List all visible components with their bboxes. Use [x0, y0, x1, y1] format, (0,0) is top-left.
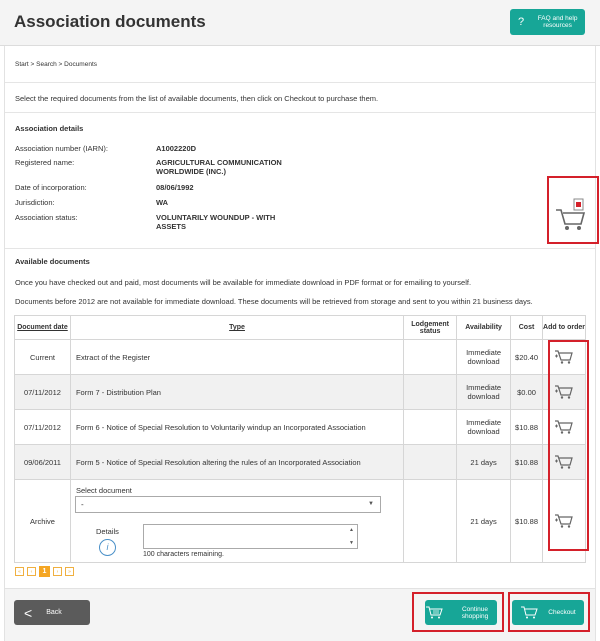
cell-type: Form 7 - Distribution Plan — [69, 374, 405, 410]
col-cost: Cost — [510, 315, 544, 340]
cell-date: 09/06/2011 — [14, 444, 71, 480]
details-textarea[interactable]: ▲ ▼ — [143, 524, 358, 549]
availability-note: Once you have checked out and paid, most… — [15, 278, 472, 287]
col-document-date[interactable]: Document date — [14, 315, 71, 340]
chevron-down-icon: ▼ — [368, 501, 374, 507]
registered-name-value: AGRICULTURAL COMMUNICATION WORLDWIDE (IN… — [156, 158, 282, 176]
highlight-box — [412, 592, 504, 632]
back-button[interactable]: < Back — [14, 600, 90, 625]
cell-status — [403, 479, 458, 563]
cell-cost: $20.40 — [510, 339, 544, 375]
cart-status-icon — [555, 198, 587, 232]
table-row: 09/06/2011 Form 5 - Notice of Special Re… — [14, 444, 586, 480]
association-details-title: Association details — [15, 124, 84, 133]
footer-bar — [5, 588, 595, 641]
status-label: Association status: — [15, 213, 78, 222]
info-icon[interactable]: i — [99, 539, 116, 556]
faq-help-button[interactable]: ? FAQ and help resources — [510, 9, 585, 35]
cell-type: Form 6 - Notice of Special Resolution to… — [69, 409, 405, 445]
cell-cost: $0.00 — [510, 374, 544, 410]
select-document-label: Select document — [76, 486, 132, 495]
current-page[interactable]: 1 — [39, 566, 50, 577]
cell-availability: 21 days — [456, 479, 512, 563]
registered-name-label: Registered name: — [15, 158, 75, 167]
iarn-value: A1002220D — [156, 144, 197, 153]
divider — [5, 112, 595, 113]
cell-cost: $10.88 — [510, 444, 544, 480]
cell-cost: $10.88 — [510, 479, 544, 563]
cell-date: 07/11/2012 — [14, 374, 71, 410]
cell-type: Form 5 - Notice of Special Resolution al… — [69, 444, 405, 480]
col-lodgement-status: Lodgement status — [403, 315, 458, 340]
cell-availability: Immediate download — [456, 339, 512, 375]
cell-availability: Immediate download — [456, 409, 512, 445]
chars-remaining: 100 characters remaining. — [143, 551, 224, 558]
prev-page-button[interactable]: ‹ — [27, 567, 36, 576]
pagination: « ‹ 1 › » — [15, 566, 74, 577]
jurisdiction-value: WA — [156, 198, 169, 207]
details-label: Details — [96, 527, 119, 536]
table-row: Current Extract of the Register Immediat… — [14, 339, 586, 375]
cell-type: Extract of the Register — [69, 339, 405, 375]
select-document-value: - — [81, 500, 84, 509]
col-availability: Availability — [456, 315, 512, 340]
page-header: Association documents ? FAQ and help res… — [0, 0, 600, 46]
cell-cost: $10.88 — [510, 409, 544, 445]
cell-status — [403, 374, 458, 410]
last-page-button[interactable]: » — [65, 567, 74, 576]
highlight-box — [508, 592, 590, 632]
intro-text: Select the required documents from the l… — [15, 94, 379, 103]
cell-date: 07/11/2012 — [14, 409, 71, 445]
table-row: 07/11/2012 Form 7 - Distribution Plan Im… — [14, 374, 586, 410]
status-value: VOLUNTARILY WOUNDUP - WITH ASSETS — [156, 213, 276, 231]
col-add-to-order: Add to order — [542, 315, 586, 340]
help-icon: ? — [518, 16, 525, 28]
table-row: 07/11/2012 Form 6 - Notice of Special Re… — [14, 409, 586, 445]
scroll-up-icon[interactable]: ▲ — [349, 527, 354, 533]
highlight-box — [548, 340, 589, 551]
cell-date: Archive — [14, 479, 71, 563]
col-type[interactable]: Type — [69, 315, 405, 340]
chevron-left-icon: < — [24, 604, 33, 621]
incorporation-date-value: 08/06/1992 — [156, 183, 194, 192]
breadcrumb: Start > Search > Documents — [15, 61, 98, 68]
faq-help-label: FAQ and help resources — [537, 15, 578, 29]
select-document-dropdown[interactable]: - ▼ — [75, 496, 381, 513]
back-label: Back — [46, 609, 62, 616]
jurisdiction-label: Jurisdiction: — [15, 198, 55, 207]
archive-note: Documents before 2012 are not available … — [15, 297, 533, 306]
cell-status — [403, 444, 458, 480]
cell-availability: Immediate download — [456, 374, 512, 410]
cell-status — [403, 409, 458, 445]
cell-availability: 21 days — [456, 444, 512, 480]
page-title: Association documents — [14, 12, 206, 31]
incorporation-date-label: Date of incorporation: — [15, 183, 87, 192]
divider — [5, 82, 595, 83]
iarn-label: Association number (IARN): — [15, 144, 108, 153]
first-page-button[interactable]: « — [15, 567, 24, 576]
cell-status — [403, 339, 458, 375]
divider — [5, 248, 595, 249]
next-page-button[interactable]: › — [53, 567, 62, 576]
scroll-down-icon[interactable]: ▼ — [349, 540, 354, 546]
cell-date: Current — [14, 339, 71, 375]
available-documents-title: Available documents — [15, 257, 90, 266]
